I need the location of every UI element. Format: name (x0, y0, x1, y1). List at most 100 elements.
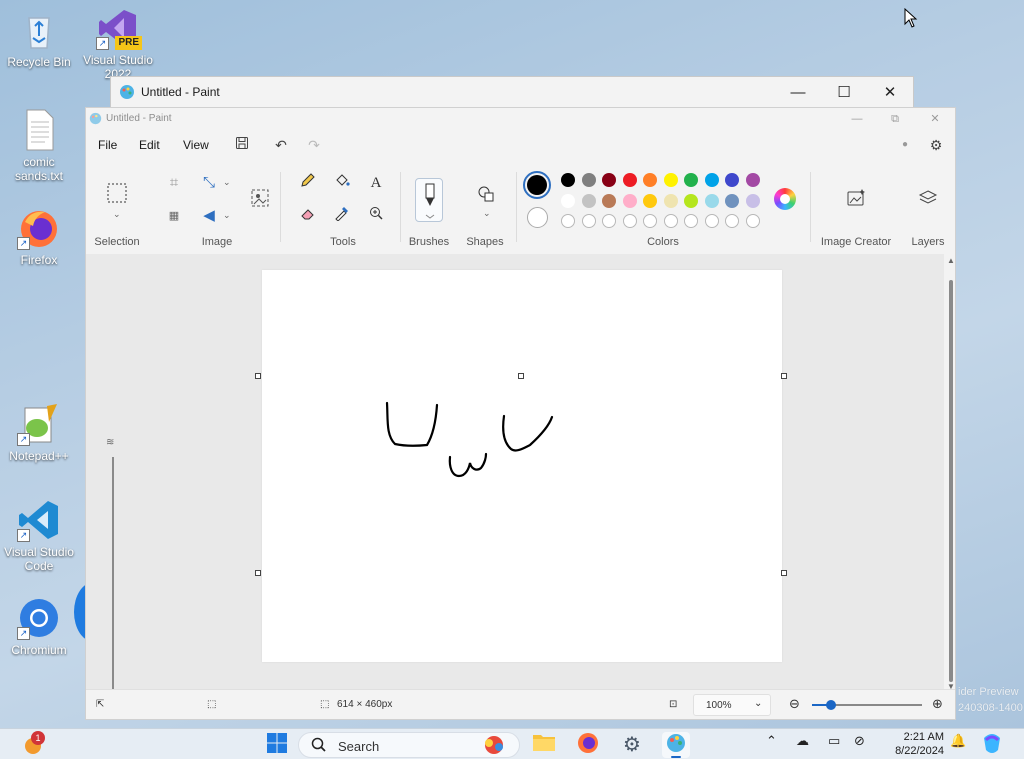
desktop-icon-visual-studio[interactable]: PRE ↗ Visual Studio 2022 (81, 6, 155, 81)
zoom-select[interactable]: 100% ⌄ (693, 694, 771, 716)
copilot-pre-icon[interactable] (978, 732, 1006, 758)
desktop-icon-notepad-plus-plus[interactable]: ↗ Notepad++ (2, 402, 76, 463)
eraser-icon[interactable] (296, 205, 320, 227)
save-icon[interactable] (231, 135, 253, 155)
drawing-canvas[interactable] (262, 270, 782, 662)
brushes-button[interactable] (415, 178, 443, 222)
close-button[interactable]: ✕ (867, 81, 913, 105)
custom-color-slot[interactable] (663, 214, 678, 228)
color-swatch[interactable] (643, 173, 657, 187)
settings-taskbar-icon[interactable]: ⚙ (618, 732, 646, 758)
color-swatch[interactable] (602, 173, 616, 187)
secondary-color-swatch[interactable] (527, 207, 548, 228)
color-swatch[interactable] (561, 194, 575, 208)
desktop-icon-recycle-bin[interactable]: Recycle Bin (2, 8, 76, 69)
custom-color-slot[interactable] (643, 214, 657, 228)
crop-icon[interactable]: ⌗ (162, 172, 186, 194)
color-swatch[interactable] (704, 194, 719, 208)
canvas-resize-handle[interactable] (781, 570, 787, 576)
custom-color-slot[interactable] (561, 214, 575, 228)
weather-widget-icon[interactable]: 1 (19, 731, 47, 758)
maximize-button[interactable]: ☐ (821, 81, 867, 105)
fit-to-window-icon[interactable]: ⊡ (669, 699, 677, 710)
canvas-resize-handle[interactable] (255, 570, 261, 576)
color-swatch[interactable] (704, 173, 719, 187)
rotate-dropdown-chevron-icon[interactable]: ⌄ (223, 210, 231, 221)
minimize-button[interactable]: — (775, 81, 821, 105)
taskbar-search-box[interactable]: Search (298, 732, 520, 758)
vertical-scrollbar[interactable]: ▲ ▼ (946, 254, 956, 692)
color-swatch[interactable] (622, 194, 637, 208)
settings-gear-icon[interactable]: ⚙ (925, 135, 947, 155)
color-swatch[interactable] (663, 173, 678, 187)
system-clock[interactable]: 2:21 AM 8/22/2024 (884, 730, 944, 758)
canvas-resize-handle[interactable] (255, 373, 261, 379)
zoom-in-icon[interactable]: ⊕ (932, 696, 943, 712)
custom-color-slot[interactable] (622, 214, 637, 228)
color-swatch[interactable] (725, 194, 739, 208)
image-creator-icon[interactable] (844, 188, 868, 210)
close-button[interactable]: ✕ (916, 110, 954, 128)
color-swatch[interactable] (581, 173, 596, 187)
undo-icon[interactable]: ↶ (270, 135, 292, 155)
color-swatch[interactable] (684, 173, 698, 187)
zoom-slider[interactable] (812, 700, 922, 710)
desktop-icon-comic-sands[interactable]: comic sands.txt (2, 108, 76, 183)
zoom-out-icon[interactable]: ⊖ (789, 696, 800, 712)
pencil-icon[interactable] (296, 172, 320, 194)
canvas-resize-handle[interactable] (518, 373, 524, 379)
desktop-icon-chromium[interactable]: ↗ Chromium (2, 596, 76, 657)
custom-color-slot[interactable] (745, 214, 760, 228)
selection-dropdown-chevron-icon[interactable]: ⌄ (113, 209, 121, 220)
custom-color-slot[interactable] (602, 214, 616, 228)
show-hidden-icons-chevron[interactable]: ⌃ (766, 733, 777, 749)
color-swatch[interactable] (581, 194, 596, 208)
shapes-icon[interactable] (474, 184, 498, 206)
selection-rectangle-icon[interactable] (105, 182, 129, 206)
minimize-button[interactable]: — (838, 110, 876, 128)
onedrive-offline-icon[interactable]: ☁ (796, 733, 809, 749)
canvas-resize-handle[interactable] (781, 373, 787, 379)
resize-dropdown-chevron-icon[interactable]: ⌄ (223, 177, 231, 188)
primary-color-swatch[interactable] (523, 171, 551, 199)
firefox-taskbar-icon[interactable] (574, 732, 602, 758)
custom-color-slot[interactable] (725, 214, 739, 228)
account-icon[interactable]: ● (894, 135, 916, 155)
color-swatch[interactable] (602, 194, 616, 208)
text-icon[interactable]: A (364, 172, 388, 194)
notifications-bell-icon[interactable]: 🔔 (950, 733, 966, 749)
rotate-icon[interactable]: ◀ (197, 205, 221, 227)
menu-file[interactable]: File (98, 138, 117, 152)
desktop-icon-firefox[interactable]: ↗ Firefox (2, 206, 76, 267)
layers-icon[interactable] (916, 188, 940, 210)
color-swatch[interactable] (643, 194, 657, 208)
menu-view[interactable]: View (183, 138, 209, 152)
paint-taskbar-icon[interactable] (662, 732, 690, 758)
custom-color-slot[interactable] (581, 214, 596, 228)
magnifier-icon[interactable] (364, 205, 388, 227)
color-swatch[interactable] (745, 173, 760, 187)
zoom-slider-thumb[interactable] (826, 700, 836, 710)
fill-bucket-icon[interactable] (330, 172, 354, 194)
image-background-icon[interactable] (248, 188, 272, 210)
shapes-dropdown-chevron-icon[interactable]: ⌄ (483, 208, 491, 219)
color-swatch[interactable] (684, 194, 698, 208)
color-swatch[interactable] (725, 173, 739, 187)
start-windows-icon[interactable] (263, 732, 291, 758)
color-swatch[interactable] (622, 173, 637, 187)
paint-window[interactable]: Untitled - Paint — ⧉ ✕ File Edit View ↶ … (85, 107, 956, 720)
color-swatch[interactable] (745, 194, 760, 208)
desktop-icon-vscode[interactable]: ↗ Visual Studio Code (2, 498, 76, 573)
network-icon[interactable]: ⊘ (854, 733, 865, 749)
resize-icon[interactable]: ⤡ (197, 172, 221, 194)
display-icon[interactable]: ▭ (828, 733, 840, 749)
edit-colors-icon[interactable] (774, 188, 796, 210)
custom-color-slot[interactable] (704, 214, 719, 228)
select-all-icon[interactable]: ▦ (162, 205, 186, 227)
redo-icon[interactable]: ↷ (303, 135, 325, 155)
color-swatch[interactable] (561, 173, 575, 187)
custom-color-slot[interactable] (684, 214, 698, 228)
file-explorer-icon[interactable] (530, 732, 558, 758)
scrollbar-thumb[interactable] (949, 280, 953, 682)
color-swatch[interactable] (663, 194, 678, 208)
